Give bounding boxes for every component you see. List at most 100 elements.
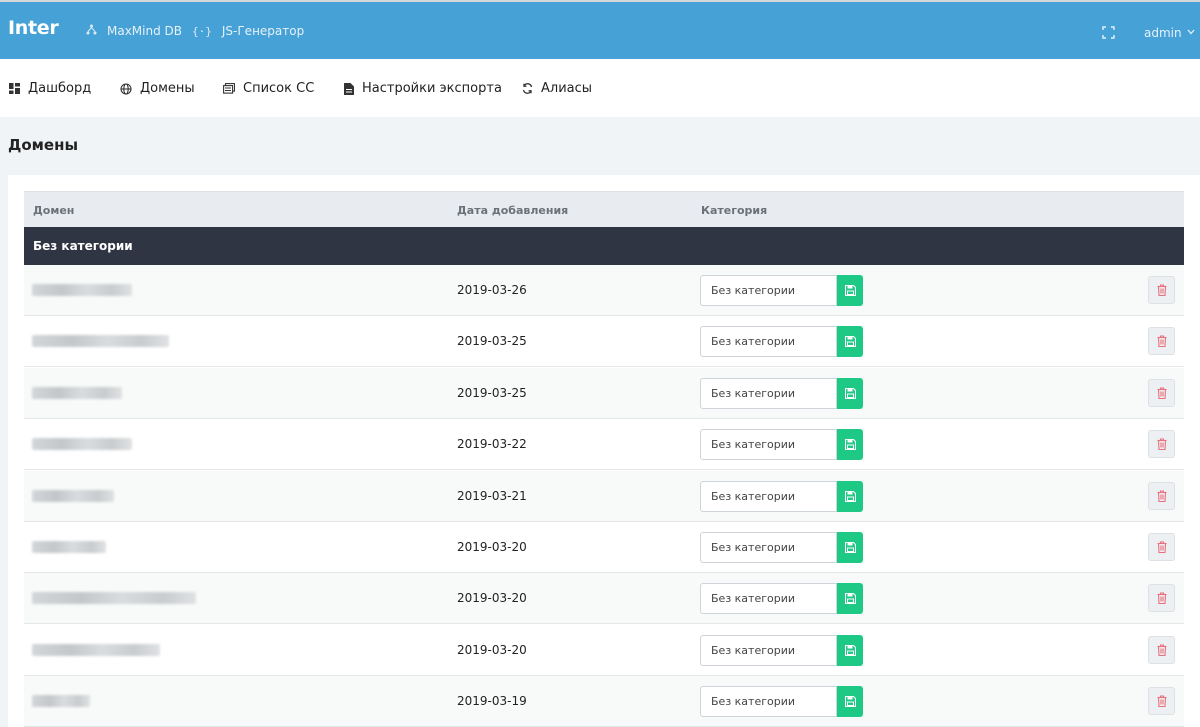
delete-button[interactable] <box>1148 327 1175 356</box>
save-icon <box>844 285 856 296</box>
trash-icon <box>1157 438 1167 451</box>
save-button[interactable] <box>837 480 863 512</box>
table-header: Домен Дата добавления Категория <box>24 191 1184 227</box>
brand-logo[interactable]: Inter <box>8 17 59 39</box>
sitemap-icon <box>86 24 97 38</box>
fullscreen-icon[interactable] <box>1102 24 1115 39</box>
save-icon <box>844 644 856 656</box>
table-row: 2019-03-20 Без категории <box>24 573 1184 625</box>
table-row: 2019-03-19 Без категории <box>24 676 1184 727</box>
header-link-js-generator[interactable]: {·} JS-Генератор <box>192 24 304 38</box>
save-button[interactable] <box>837 686 863 718</box>
table-row: 2019-03-20 Без категории <box>24 624 1184 676</box>
save-button[interactable] <box>837 326 863 358</box>
code-braces-icon: {·} <box>192 24 212 38</box>
nav-item-domains[interactable]: Домены <box>120 81 195 96</box>
nav-item-dashboard[interactable]: Дашборд <box>9 81 91 96</box>
domain-name-redacted <box>32 489 114 502</box>
category-select[interactable]: Без категории <box>700 480 837 512</box>
save-button[interactable] <box>837 532 863 563</box>
trash-icon <box>1157 387 1167 399</box>
globe-icon <box>120 82 132 95</box>
save-icon <box>844 336 856 348</box>
top-header: Inter MaxMind DB {·} JS-Генератор admin <box>0 0 1200 59</box>
category-select[interactable]: Без категории <box>700 532 837 563</box>
save-button[interactable] <box>837 583 863 615</box>
save-icon <box>844 439 856 451</box>
table-row: 2019-03-25 Без категории <box>24 316 1184 368</box>
page-title: Домены <box>8 136 79 154</box>
column-header-date: Дата добавления <box>457 204 569 217</box>
date-added: 2019-03-25 <box>457 385 527 400</box>
chevron-down-icon <box>1187 28 1195 38</box>
category-select[interactable]: Без категории <box>700 686 837 718</box>
trash-icon <box>1157 541 1167 553</box>
date-added: 2019-03-20 <box>457 642 527 657</box>
category-select[interactable]: Без категории <box>700 583 837 615</box>
column-header-category: Категория <box>701 204 768 217</box>
save-button[interactable] <box>837 377 863 409</box>
trash-icon <box>1157 490 1167 502</box>
delete-button[interactable] <box>1148 687 1175 716</box>
domain-name-redacted <box>32 284 132 296</box>
nav-item-label: Дашборд <box>28 81 92 96</box>
trash-icon <box>1157 592 1167 605</box>
category-select[interactable]: Без категории <box>700 634 837 666</box>
trash-icon <box>1157 335 1167 348</box>
save-icon <box>844 490 856 502</box>
save-button[interactable] <box>837 429 863 461</box>
date-added: 2019-03-20 <box>457 591 527 606</box>
category-select[interactable]: Без категории <box>700 377 837 409</box>
nav-item-label: Алиасы <box>541 81 593 96</box>
delete-button[interactable] <box>1148 430 1175 459</box>
domain-name-redacted <box>32 643 160 656</box>
trash-icon <box>1157 644 1167 656</box>
nav-item-cc-list[interactable]: Список СС <box>223 81 314 96</box>
file-icon <box>344 82 354 95</box>
save-icon <box>844 542 856 553</box>
category-select[interactable]: Без категории <box>700 275 837 306</box>
delete-button[interactable] <box>1148 276 1175 304</box>
save-icon <box>844 593 856 605</box>
delete-button[interactable] <box>1148 378 1175 407</box>
delete-button[interactable] <box>1148 481 1175 510</box>
domain-name-redacted <box>32 335 169 348</box>
delete-button[interactable] <box>1148 635 1175 664</box>
date-added: 2019-03-20 <box>457 540 527 554</box>
save-icon <box>844 696 856 708</box>
trash-icon <box>1157 284 1167 296</box>
table-row: 2019-03-25 Без категории <box>24 367 1184 419</box>
header-link-label: MaxMind DB <box>107 24 183 38</box>
table-row: 2019-03-20 Без категории <box>24 522 1184 573</box>
list-icon <box>223 83 235 94</box>
table-row: 2019-03-26 Без категории <box>24 265 1184 316</box>
date-added: 2019-03-19 <box>457 694 527 709</box>
trash-icon <box>1157 695 1167 708</box>
table-row: 2019-03-22 Без категории <box>24 419 1184 471</box>
domain-name-redacted <box>32 695 90 708</box>
save-button[interactable] <box>837 634 863 666</box>
nav-item-label: Домены <box>140 81 195 96</box>
nav-item-aliases[interactable]: Алиасы <box>522 81 592 96</box>
category-select[interactable]: Без категории <box>700 429 837 461</box>
delete-button[interactable] <box>1148 584 1175 613</box>
save-button[interactable] <box>837 275 863 306</box>
sync-icon <box>522 83 533 94</box>
domain-name-redacted <box>32 592 196 605</box>
nav-item-label: Список СС <box>243 81 315 96</box>
dashboard-icon <box>9 83 20 94</box>
nav-item-label: Настройки экспорта <box>362 81 502 96</box>
delete-button[interactable] <box>1148 533 1175 561</box>
user-menu[interactable]: admin <box>1144 26 1195 40</box>
nav-item-export-settings[interactable]: Настройки экспорта <box>344 81 502 96</box>
date-added: 2019-03-21 <box>457 488 527 503</box>
domain-name-redacted <box>32 541 106 553</box>
domain-name-redacted <box>32 438 132 451</box>
category-select[interactable]: Без категории <box>700 326 837 358</box>
date-added: 2019-03-22 <box>457 437 527 452</box>
header-link-maxmind[interactable]: MaxMind DB <box>86 24 182 38</box>
date-added: 2019-03-25 <box>457 334 527 349</box>
domains-card: Домен Дата добавления Категория Без кате… <box>8 175 1200 727</box>
domain-name-redacted <box>32 386 122 399</box>
table-row: 2019-03-21 Без категории <box>24 470 1184 522</box>
